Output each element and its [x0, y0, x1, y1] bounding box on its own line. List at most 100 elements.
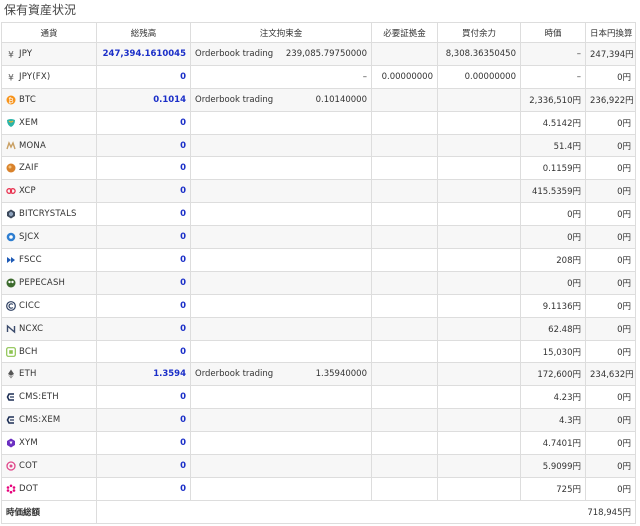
table-row: PEPECASH 0 0円 0円	[1, 270, 636, 295]
zaif-icon	[6, 163, 16, 173]
order-lock-amount: 0.10140000	[315, 94, 367, 105]
order-lock-cell	[190, 476, 372, 501]
ncxc-icon	[6, 324, 16, 334]
currency-name: BTC	[19, 94, 37, 105]
jpy-value-cell: 0円	[585, 408, 636, 433]
cot-icon	[6, 461, 16, 471]
currency-cell: BCH	[1, 339, 97, 364]
currency-cell: BITCRYSTALS	[1, 202, 97, 227]
jpy-value-cell: 0円	[585, 293, 636, 318]
buyable-cell	[437, 133, 521, 158]
mona-icon	[6, 140, 16, 151]
header-margin: 必要証拠金	[371, 22, 438, 43]
buyable-cell: 8,308.36350450	[437, 42, 521, 66]
svg-text:¥: ¥	[8, 50, 14, 59]
price-cell: 5.9099円	[520, 454, 586, 478]
balance-link[interactable]: 1.3594	[96, 362, 191, 387]
balance-link[interactable]: 247,394.1610045	[96, 42, 191, 66]
balance-link[interactable]: 0	[96, 133, 191, 158]
buyable-cell	[437, 179, 521, 204]
currency-name: ZAIF	[19, 163, 39, 174]
cicc-icon	[6, 300, 16, 311]
balance-link[interactable]: 0.1014	[96, 87, 191, 112]
price-cell: 2,336,510円	[520, 87, 586, 112]
order-lock-amount: 239,085.79750000	[285, 48, 367, 59]
price-cell: 0.1159円	[520, 156, 586, 181]
xcp-icon	[6, 186, 16, 196]
currency-name: MONA	[19, 140, 46, 151]
currency-cell: ZAIF	[1, 156, 97, 181]
price-cell: 62.48円	[520, 316, 586, 341]
table-header-row: 通貨 総残高 注文拘束金 必要証拠金 買付余力 時価 日本円換算	[1, 22, 636, 43]
balance-link[interactable]: 0	[96, 339, 191, 364]
balance-link[interactable]: 0	[96, 202, 191, 227]
margin-cell	[371, 87, 438, 112]
buyable-cell	[437, 248, 521, 272]
balance-link[interactable]: 0	[96, 476, 191, 501]
currency-name: NCXC	[19, 323, 44, 334]
balance-link[interactable]: 0	[96, 110, 191, 135]
yen-icon: ¥	[6, 72, 16, 83]
currency-name: XCP	[19, 186, 36, 197]
currency-cell: SJCX	[1, 225, 97, 250]
balance-link[interactable]: 0	[96, 316, 191, 341]
table-row: BCH 0 15,030円 0円	[1, 339, 636, 364]
currency-cell: XEM	[1, 110, 97, 135]
margin-cell	[371, 431, 438, 456]
buyable-cell	[437, 431, 521, 456]
table-row: XCP 0 415.5359円 0円	[1, 179, 636, 204]
balance-link[interactable]: 0	[96, 385, 191, 410]
currency-name: BCH	[19, 346, 38, 357]
bitcrystals-icon	[6, 209, 16, 219]
fscc-icon	[6, 255, 16, 265]
holdings-table: 通貨 総残高 注文拘束金 必要証拠金 買付余力 時価 日本円換算 ¥ JPY 2…	[1, 22, 636, 524]
header-order-lock: 注文拘束金	[190, 22, 372, 43]
jpy-value-cell: 0円	[585, 179, 636, 204]
header-buyable: 買付余力	[437, 22, 521, 43]
jpy-value-cell: 0円	[585, 339, 636, 364]
header-balance: 総残高	[96, 22, 191, 43]
order-lock-cell	[190, 202, 372, 227]
buyable-cell	[437, 156, 521, 181]
balance-link[interactable]: 0	[96, 179, 191, 204]
jpy-value-cell: 236,922円	[585, 87, 636, 112]
currency-name: CICC	[19, 300, 41, 311]
ethereum-icon	[6, 369, 16, 379]
total-row: 時価総額 718,945円	[1, 499, 636, 524]
balance-link[interactable]: 0	[96, 408, 191, 433]
jpy-value-cell: 0円	[585, 202, 636, 227]
order-lock-cell	[190, 225, 372, 250]
balance-link[interactable]: 0	[96, 270, 191, 295]
currency-name: JPY(FX)	[19, 71, 51, 82]
currency-cell: CMS:ETH	[1, 385, 97, 410]
svg-text:¥: ¥	[8, 73, 14, 82]
currency-cell: NCXC	[1, 316, 97, 341]
balance-link[interactable]: 0	[96, 64, 191, 89]
table-row: MONA 0 51.4円 0円	[1, 133, 636, 158]
margin-cell	[371, 385, 438, 410]
currency-cell: ¥ JPY	[1, 42, 97, 66]
margin-cell	[371, 225, 438, 250]
margin-cell	[371, 179, 438, 204]
balance-link[interactable]: 0	[96, 156, 191, 181]
buyable-cell	[437, 476, 521, 501]
price-cell: 0円	[520, 202, 586, 227]
balance-link[interactable]: 0	[96, 431, 191, 456]
cms-icon	[6, 415, 16, 425]
balance-link[interactable]: 0	[96, 248, 191, 272]
buyable-cell	[437, 316, 521, 341]
table-row: SJCX 0 0円 0円	[1, 225, 636, 250]
jpy-value-cell: 0円	[585, 385, 636, 410]
currency-cell: ETH	[1, 362, 97, 387]
table-row: COT 0 5.9099円 0円	[1, 454, 636, 478]
price-cell: –	[520, 42, 586, 66]
buyable-cell	[437, 408, 521, 433]
currency-cell: ¥ JPY(FX)	[1, 64, 97, 89]
header-price: 時価	[520, 22, 586, 43]
balance-link[interactable]: 0	[96, 225, 191, 250]
jpy-value-cell: 0円	[585, 431, 636, 456]
balance-link[interactable]: 0	[96, 454, 191, 478]
balance-link[interactable]: 0	[96, 293, 191, 318]
table-row: CMS:XEM 0 4.3円 0円	[1, 408, 636, 433]
jpy-value-cell: 247,394円	[585, 42, 636, 66]
